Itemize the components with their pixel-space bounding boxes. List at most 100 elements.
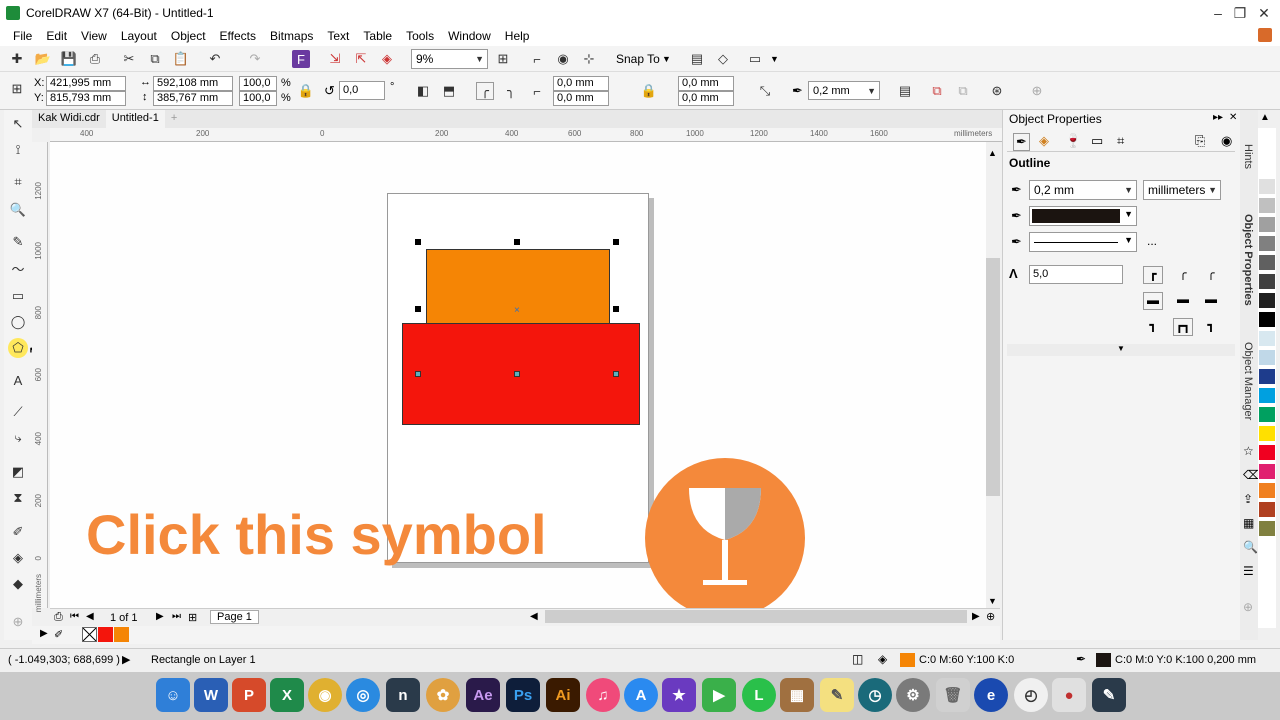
palette-scroll-up-icon[interactable]: ▲ <box>1260 112 1270 123</box>
palette-swatch[interactable] <box>1259 255 1275 270</box>
transparency-tab-icon[interactable]: 🍷 <box>1065 133 1081 149</box>
add-tool-icon[interactable]: ⊕ <box>8 612 28 632</box>
horizontal-scroll-thumb[interactable] <box>545 610 967 623</box>
last-page-icon[interactable]: ⏭ <box>172 611 181 622</box>
palette-expand-icon[interactable]: ▶ <box>40 628 48 639</box>
orange-swatch[interactable] <box>114 627 129 642</box>
palette-swatch[interactable] <box>1259 521 1275 536</box>
vertical-ruler[interactable]: 1200 1000 800 600 400 200 0 millimeters <box>32 142 48 612</box>
red-rectangle[interactable] <box>402 323 640 425</box>
show-rulers-icon[interactable]: ⌐ <box>528 50 546 68</box>
print-icon[interactable]: ⎙ <box>86 50 104 68</box>
smart-fill-icon[interactable]: ◆ <box>8 574 28 594</box>
corner-radius-bottom-right[interactable]: 0,0 mm <box>678 91 734 106</box>
notes-icon[interactable]: ✎ <box>820 678 854 712</box>
facetime-icon[interactable]: ▶ <box>702 678 736 712</box>
x-position-field[interactable]: 421,995 mm <box>46 76 126 91</box>
paste-icon[interactable]: 📋 <box>172 50 190 68</box>
outline-color-picker[interactable]: ▼ <box>1029 206 1137 226</box>
page-options-icon[interactable]: ⎙ <box>54 611 63 624</box>
miter-limit-field[interactable]: 5,0 <box>1029 265 1123 284</box>
red-swatch[interactable] <box>98 627 113 642</box>
page-tab[interactable]: Page 1 <box>210 610 259 624</box>
outline-tab-icon[interactable]: ✒ <box>1013 133 1030 151</box>
prev-page-icon[interactable]: ◀ <box>86 611 94 622</box>
menu-text[interactable]: Text <box>320 29 356 43</box>
zoom-level-combo[interactable]: 9% ▼ <box>411 49 488 69</box>
account-icon[interactable] <box>1258 28 1272 42</box>
menu-help[interactable]: Help <box>498 29 537 43</box>
corner-miter-icon[interactable]: ┏ <box>1143 266 1163 284</box>
palette-swatch[interactable] <box>1259 236 1275 251</box>
relative-corner-scaling-icon[interactable]: ⤡ <box>756 82 774 100</box>
position-center-icon[interactable]: ┏┓ <box>1173 318 1193 336</box>
palette-swatch[interactable] <box>1259 160 1275 175</box>
system-preferences-icon[interactable]: ⚙ <box>896 678 930 712</box>
screen-recorder-icon[interactable]: ● <box>1052 678 1086 712</box>
mirror-vertical-icon[interactable]: ⬒ <box>440 82 458 100</box>
menu-table[interactable]: Table <box>356 29 399 43</box>
position-inside-icon[interactable]: ┓ <box>1201 318 1221 336</box>
crop-tool-icon[interactable]: ⌗ <box>8 172 28 192</box>
menu-effects[interactable]: Effects <box>213 29 263 43</box>
imovie-icon[interactable]: ★ <box>662 678 696 712</box>
corners-tab-icon[interactable]: ▭ <box>1091 133 1103 149</box>
convert-to-curves-icon[interactable]: ⊛ <box>988 82 1006 100</box>
first-page-icon[interactable]: ⏮ <box>70 611 79 622</box>
chevron-down-icon[interactable]: ▼ <box>662 54 671 64</box>
view-toggle-icon[interactable]: ◉ <box>1221 133 1232 149</box>
tab-kak-widi[interactable]: Kak Widi.cdr <box>32 110 106 128</box>
zoom-tool-icon[interactable]: 🔍 <box>8 200 28 220</box>
transparency-icon[interactable]: ⧗ <box>8 488 28 508</box>
new-document-icon[interactable]: ✚ <box>8 50 26 68</box>
corner-lock-icon[interactable]: 🔒 <box>640 82 658 100</box>
vertical-scroll-thumb[interactable] <box>986 258 1000 496</box>
ellipse-tool-icon[interactable]: ◯ <box>8 312 28 332</box>
maximize-button[interactable]: ❐ <box>1230 4 1250 22</box>
tab-object-properties[interactable]: Object Properties <box>1242 214 1254 306</box>
line-style-picker[interactable]: ▼ <box>1029 232 1137 252</box>
illustrator-icon[interactable]: Ai <box>546 678 580 712</box>
object-width-field[interactable]: 592,108 mm <box>153 76 233 91</box>
safari-icon[interactable]: ◎ <box>346 678 380 712</box>
palette-swatch[interactable] <box>1259 331 1275 346</box>
to-front-icon[interactable]: ⧉ <box>928 82 946 100</box>
new-tab-icon[interactable]: + <box>165 110 183 128</box>
corner-bevel-icon[interactable]: ╭ <box>1201 266 1221 284</box>
redo-icon[interactable]: ↷ <box>246 50 264 68</box>
menu-file[interactable]: File <box>6 29 39 43</box>
palette-swatch[interactable] <box>1259 217 1275 232</box>
pen-app-icon[interactable]: ✎ <box>1092 678 1126 712</box>
zoom-navigator-icon[interactable]: ⊕ <box>986 610 995 623</box>
fill-tab-icon[interactable]: ◈ <box>1039 133 1049 149</box>
scale-height-field[interactable]: 100,0 <box>239 91 277 106</box>
palette-swatch[interactable] <box>1259 350 1275 365</box>
scroll-up-icon[interactable]: ▲ <box>988 148 997 158</box>
word-icon[interactable]: W <box>194 678 228 712</box>
round-corner-icon[interactable]: ╭ <box>476 82 494 100</box>
time-machine-icon[interactable]: ◷ <box>858 678 892 712</box>
interactive-fill-icon[interactable]: ◈ <box>8 548 28 568</box>
line-cap-round-icon[interactable]: ▬ <box>1173 292 1193 310</box>
selection-handle[interactable] <box>415 239 421 245</box>
export-icon[interactable]: ⇱ <box>352 50 370 68</box>
menu-edit[interactable]: Edit <box>39 29 74 43</box>
selection-handle[interactable] <box>514 239 520 245</box>
polygon-tool-icon[interactable]: ⬠ <box>8 338 28 358</box>
save-icon[interactable]: 💾 <box>60 50 78 68</box>
object-origin-icon[interactable]: ⊞ <box>8 80 26 98</box>
corner-radius-bottom-left[interactable]: 0,0 mm <box>553 91 609 106</box>
text-tool-icon[interactable]: A <box>8 370 28 390</box>
photoshop-icon[interactable]: Ps <box>506 678 540 712</box>
y-position-field[interactable]: 815,793 mm <box>46 91 126 106</box>
connector-tool-icon[interactable]: ⤷ <box>8 428 28 448</box>
clock-icon[interactable]: ◴ <box>1014 678 1048 712</box>
excel-icon[interactable]: X <box>270 678 304 712</box>
units-combo[interactable]: millimeters ▼ <box>1143 180 1221 200</box>
docker-collapse-icon[interactable]: ▸▸ <box>1213 112 1223 123</box>
selection-handle[interactable] <box>613 306 619 312</box>
calculator-icon[interactable]: ▦ <box>780 678 814 712</box>
search-icon[interactable]: 🔍 <box>1243 540 1258 554</box>
chrome-icon[interactable]: ◉ <box>308 678 342 712</box>
application-launcher-icon[interactable]: ◇ <box>714 50 732 68</box>
